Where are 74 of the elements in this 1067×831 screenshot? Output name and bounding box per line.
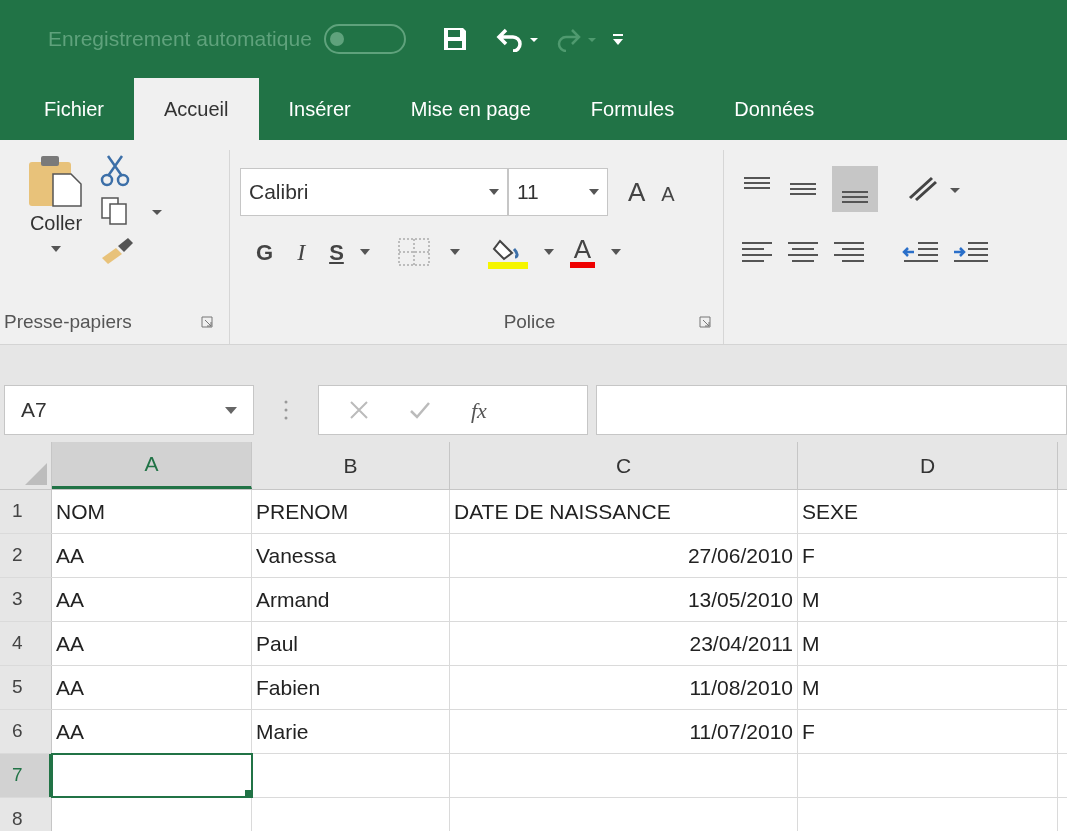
- table-cell: PRENOM: [252, 490, 450, 533]
- column-header[interactable]: D: [798, 442, 1058, 489]
- paste-button[interactable]: Coller: [22, 150, 90, 308]
- active-cell[interactable]: [52, 754, 252, 797]
- table-cell: 11/07/2010: [450, 710, 798, 753]
- table-cell: DATE DE NAISSANCE: [450, 490, 798, 533]
- autosave-toggle[interactable]: [323, 24, 406, 54]
- table-cell: M: [798, 578, 1058, 621]
- caret-icon: [543, 249, 554, 255]
- row-header[interactable]: 2: [0, 534, 52, 577]
- ribbon-tab[interactable]: Fichier: [14, 78, 134, 140]
- autosave-label: Enregistrement automatique: [48, 26, 312, 53]
- table-cell: AA: [52, 534, 252, 577]
- table-cell: 13/05/2010: [450, 578, 798, 621]
- table-cell: Marie: [252, 710, 450, 753]
- table-cell: M: [798, 622, 1058, 665]
- table-cell: AA: [52, 710, 252, 753]
- row-header[interactable]: 4: [0, 622, 52, 665]
- fill-handle[interactable]: [245, 790, 252, 797]
- ribbon-tab[interactable]: Accueil: [134, 78, 259, 140]
- row-header[interactable]: 1: [0, 490, 52, 533]
- dialog-launcher-icon[interactable]: [201, 315, 213, 328]
- table-cell: 23/04/2011: [450, 622, 798, 665]
- caret-icon: [449, 249, 460, 255]
- table-cell: Paul: [252, 622, 450, 665]
- save-icon[interactable]: [441, 26, 468, 52]
- align-bottom-icon[interactable]: [832, 166, 878, 212]
- caret-icon[interactable]: [589, 189, 599, 195]
- name-box[interactable]: A7: [4, 385, 254, 435]
- group-label: Presse-papiers: [4, 309, 132, 334]
- caret-icon[interactable]: [489, 189, 499, 195]
- caret-icon: [611, 249, 622, 255]
- caret-icon: [359, 249, 370, 255]
- ribbon-tab[interactable]: Formules: [560, 78, 705, 140]
- cut-icon[interactable]: [98, 154, 132, 188]
- bold-button[interactable]: G: [256, 235, 274, 269]
- table-cell: AA: [52, 666, 252, 709]
- font-name-field[interactable]: Calibri: [240, 168, 508, 216]
- table-cell: M: [798, 666, 1058, 709]
- font-size-field[interactable]: 11: [508, 168, 608, 216]
- column-header[interactable]: C: [450, 442, 798, 489]
- ribbon-tab[interactable]: Données: [704, 78, 845, 140]
- table-cell: 27/06/2010: [450, 534, 798, 577]
- table-cell: NOM: [52, 490, 252, 533]
- table-cell: AA: [52, 622, 252, 665]
- column-header[interactable]: B: [252, 442, 450, 489]
- table-cell: AA: [52, 578, 252, 621]
- caret-icon: [51, 246, 61, 252]
- caret-icon[interactable]: [225, 406, 237, 414]
- customize-icon[interactable]: [611, 32, 624, 46]
- font-color-button[interactable]: A: [569, 236, 596, 268]
- row-header[interactable]: 3: [0, 578, 52, 621]
- italic-button[interactable]: I: [297, 234, 306, 270]
- column-header[interactable]: A: [52, 442, 252, 489]
- formula-field[interactable]: [596, 385, 1067, 435]
- underline-button[interactable]: S: [329, 235, 344, 269]
- table-cell: F: [798, 534, 1058, 577]
- shrink-font-button[interactable]: A: [657, 175, 679, 209]
- table-cell: SEXE: [798, 490, 1058, 533]
- grow-font-button[interactable]: A: [624, 172, 650, 212]
- insert-function-button[interactable]: fx: [471, 393, 487, 427]
- table-cell: Fabien: [252, 666, 450, 709]
- row-header[interactable]: 6: [0, 710, 52, 753]
- row-header[interactable]: 8: [0, 798, 52, 831]
- group-label: Police: [503, 309, 556, 334]
- ribbon-tab[interactable]: Mise en page: [380, 78, 561, 140]
- table-cell: 11/08/2010: [450, 666, 798, 709]
- row-header[interactable]: 5: [0, 666, 52, 709]
- ribbon-tab[interactable]: Insérer: [258, 78, 381, 140]
- table-cell: F: [798, 710, 1058, 753]
- table-cell: Armand: [252, 578, 450, 621]
- dialog-launcher-icon[interactable]: [699, 315, 711, 328]
- table-cell: Vanessa: [252, 534, 450, 577]
- row-header[interactable]: 7: [0, 754, 52, 797]
